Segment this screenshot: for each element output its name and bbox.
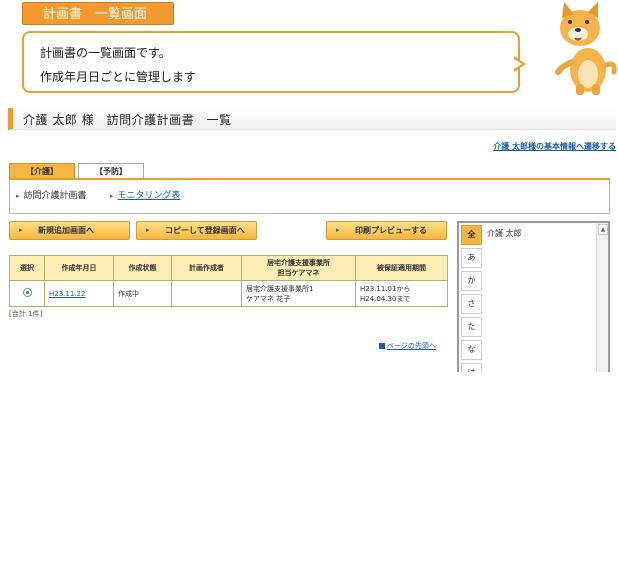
page-top-link[interactable]: ページの先頭へ bbox=[379, 341, 436, 351]
col-status: 作成状態 bbox=[113, 255, 172, 281]
plan-list-table: 選択 作成年月日 作成状態 計画作成者 居宅介護支援事業所 担当ケアマネ 被保証… bbox=[9, 255, 448, 307]
arrow-right-icon: ▸ bbox=[110, 192, 114, 200]
kana-button-ta[interactable]: た bbox=[461, 317, 482, 337]
col-period: 被保証適用期間 bbox=[355, 255, 448, 281]
client-name-list: 介護 太郎 bbox=[487, 225, 596, 372]
col-author: 計画作成者 bbox=[171, 255, 242, 281]
date-link[interactable]: H23.11.22 bbox=[49, 290, 85, 298]
copy-register-button[interactable]: ▸ コピーして登録画面へ bbox=[136, 221, 257, 240]
subnav-item-plan-label: 訪問介護計画書 bbox=[23, 191, 87, 201]
kana-filter-panel: 全 あ か さ た な は 介護 太郎 ▲ bbox=[457, 221, 610, 372]
office-cell: 居宅介護支援事業所1 ケアマネ 花子 bbox=[241, 280, 356, 307]
copy-register-button-label: コピーして登録画面へ bbox=[165, 226, 245, 235]
total-count: [合計:1件] bbox=[9, 310, 43, 318]
author-cell bbox=[171, 280, 242, 307]
print-preview-button[interactable]: ▸ 印刷プレビューする bbox=[326, 221, 447, 240]
subnav-item-monitoring[interactable]: ▸ モニタリング表 bbox=[110, 188, 181, 201]
subnav-item-plan[interactable]: ▸ 訪問介護計画書 bbox=[16, 188, 87, 201]
screen-title-badge: 計画書 一覧画面 bbox=[22, 2, 174, 25]
kana-button-column: 全 あ か さ た な は bbox=[461, 225, 484, 372]
kana-button-na[interactable]: な bbox=[461, 340, 482, 360]
table-header-row: 選択 作成年月日 作成状態 計画作成者 居宅介護支援事業所 担当ケアマネ 被保証… bbox=[9, 255, 448, 281]
subnav-item-monitoring-label[interactable]: モニタリング表 bbox=[118, 191, 181, 201]
name-list-scrollbar[interactable]: ▲ bbox=[596, 223, 608, 372]
status-cell: 作成中 bbox=[113, 280, 172, 307]
new-entry-button[interactable]: ▸ 新規追加画面へ bbox=[9, 221, 130, 240]
kana-button-all[interactable]: 全 bbox=[461, 225, 482, 245]
page-title: 介護 太郎 様 訪問介護計画書 一覧 bbox=[23, 113, 232, 127]
sub-navigation: ▸ 訪問介護計画書 ▸ モニタリング表 bbox=[9, 180, 610, 214]
col-caremanager-label: 担当ケアマネ bbox=[277, 269, 320, 277]
select-cell[interactable] bbox=[9, 280, 45, 307]
page-top-label: ページの先頭へ bbox=[387, 342, 436, 350]
arrow-right-icon: ▸ bbox=[16, 192, 20, 200]
tab-kaigo[interactable]: 【介護】 bbox=[9, 163, 75, 178]
kana-button-a[interactable]: あ bbox=[461, 248, 482, 268]
col-office-label: 居宅介護支援事業所 bbox=[267, 259, 330, 267]
list-item[interactable]: 介護 太郎 bbox=[487, 228, 596, 239]
arrow-right-icon: ▸ bbox=[19, 226, 23, 234]
bubble-line-1: 計画書の一覧画面です。 bbox=[40, 46, 171, 60]
date-cell: H23.11.22 bbox=[44, 280, 114, 307]
col-select: 選択 bbox=[9, 255, 45, 281]
bubble-tail-inner bbox=[514, 59, 522, 69]
kana-button-ha[interactable]: は bbox=[461, 363, 482, 372]
table-row: H23.11.22 作成中 居宅介護支援事業所1 ケアマネ 花子 H23.11.… bbox=[9, 280, 448, 307]
print-preview-button-label: 印刷プレビューする bbox=[355, 226, 427, 235]
bubble-line-2: 作成年月日ごとに管理します bbox=[40, 70, 197, 84]
period-from: H23.11.01から bbox=[360, 284, 411, 293]
tab-yobou[interactable]: 【予防】 bbox=[78, 163, 144, 178]
dog-mascot-icon bbox=[555, 2, 617, 95]
scroll-up-icon[interactable]: ▲ bbox=[598, 224, 608, 235]
page-heading-bar: 介護 太郎 様 訪問介護計画書 一覧 bbox=[8, 108, 616, 130]
new-entry-button-label: 新規追加画面へ bbox=[38, 226, 94, 235]
period-cell: H23.11.01から H24.04.30まで bbox=[355, 280, 448, 307]
caremanager-name: ケアマネ 花子 bbox=[246, 294, 291, 303]
speech-bubble: 計画書の一覧画面です。 作成年月日ごとに管理します bbox=[22, 31, 520, 93]
office-name: 居宅介護支援事業所1 bbox=[246, 284, 314, 293]
page-top-icon bbox=[379, 343, 385, 349]
basic-info-link[interactable]: 介護 太郎様の基本情報へ遷移する bbox=[493, 141, 616, 152]
radio-selected-icon[interactable] bbox=[22, 287, 32, 297]
col-office-caremanager: 居宅介護支援事業所 担当ケアマネ bbox=[241, 255, 356, 281]
arrow-right-icon: ▸ bbox=[336, 226, 340, 234]
arrow-right-icon: ▸ bbox=[146, 226, 150, 234]
kana-button-ka[interactable]: か bbox=[461, 271, 482, 291]
kana-button-sa[interactable]: さ bbox=[461, 294, 482, 314]
period-to: H24.04.30まで bbox=[360, 294, 411, 303]
col-created-date: 作成年月日 bbox=[44, 255, 114, 281]
